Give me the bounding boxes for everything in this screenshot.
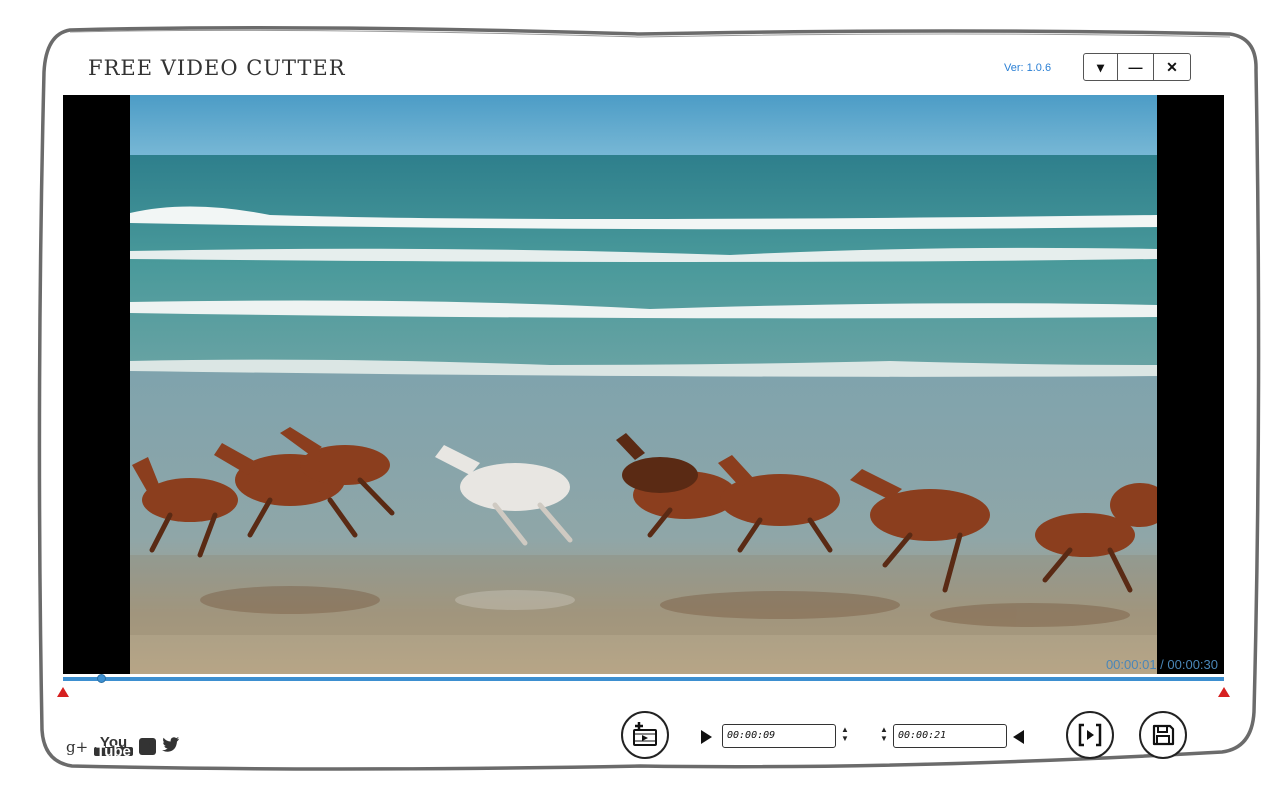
video-player[interactable]: 00:00:01 / 00:00:30 — [63, 95, 1224, 674]
add-video-button[interactable] — [621, 711, 669, 759]
seek-bar[interactable] — [63, 677, 1224, 681]
dropdown-menu-button[interactable]: ▾ — [1084, 54, 1118, 80]
minimize-button[interactable]: — — [1118, 54, 1154, 80]
play-right-icon[interactable] — [701, 730, 712, 744]
cut-start-marker[interactable] — [57, 687, 69, 697]
google-plus-icon[interactable]: g+ — [66, 738, 88, 756]
chevron-down-icon: ▾ — [1096, 58, 1105, 75]
save-button[interactable] — [1139, 711, 1187, 759]
facebook-icon[interactable]: f — [138, 738, 156, 755]
video-frame-image — [130, 95, 1157, 674]
youtube-icon[interactable]: You Tube — [94, 735, 133, 760]
version-label: Ver: 1.0.6 — [1004, 62, 1052, 74]
close-button[interactable]: ✕ — [1154, 54, 1190, 80]
end-time-stepper[interactable]: ▲ ▼ — [879, 725, 889, 743]
trim-button[interactable] — [1066, 711, 1114, 759]
start-time-field[interactable]: 00:00:09 — [722, 724, 836, 748]
stepper-down-icon[interactable]: ▼ — [841, 734, 849, 743]
add-video-icon — [633, 722, 657, 746]
twitter-icon[interactable] — [161, 737, 180, 756]
social-links: g+ You Tube f — [66, 735, 180, 760]
youtube-icon-bottom: Tube — [94, 742, 133, 760]
time-readout: 00:00:01 / 00:00:30 — [1105, 657, 1218, 672]
trim-icon — [1078, 723, 1102, 747]
stepper-down-icon[interactable]: ▼ — [880, 734, 888, 743]
app-title: FREE VIDEO CUTTER — [88, 56, 346, 80]
seek-thumb[interactable] — [96, 674, 106, 683]
stepper-up-icon[interactable]: ▲ — [880, 725, 888, 734]
window-controls: ▾ — ✕ — [1083, 53, 1191, 81]
minimize-icon: — — [1128, 59, 1143, 75]
cut-end-marker[interactable] — [1218, 687, 1230, 697]
stepper-up-icon[interactable]: ▲ — [841, 725, 849, 734]
close-icon: ✕ — [1166, 58, 1178, 75]
play-left-icon[interactable] — [1013, 730, 1024, 744]
floppy-disk-icon — [1152, 724, 1175, 746]
start-time-stepper[interactable]: ▲ ▼ — [840, 725, 850, 743]
end-time-field[interactable]: 00:00:21 — [893, 724, 1007, 748]
video-frame — [130, 95, 1157, 674]
